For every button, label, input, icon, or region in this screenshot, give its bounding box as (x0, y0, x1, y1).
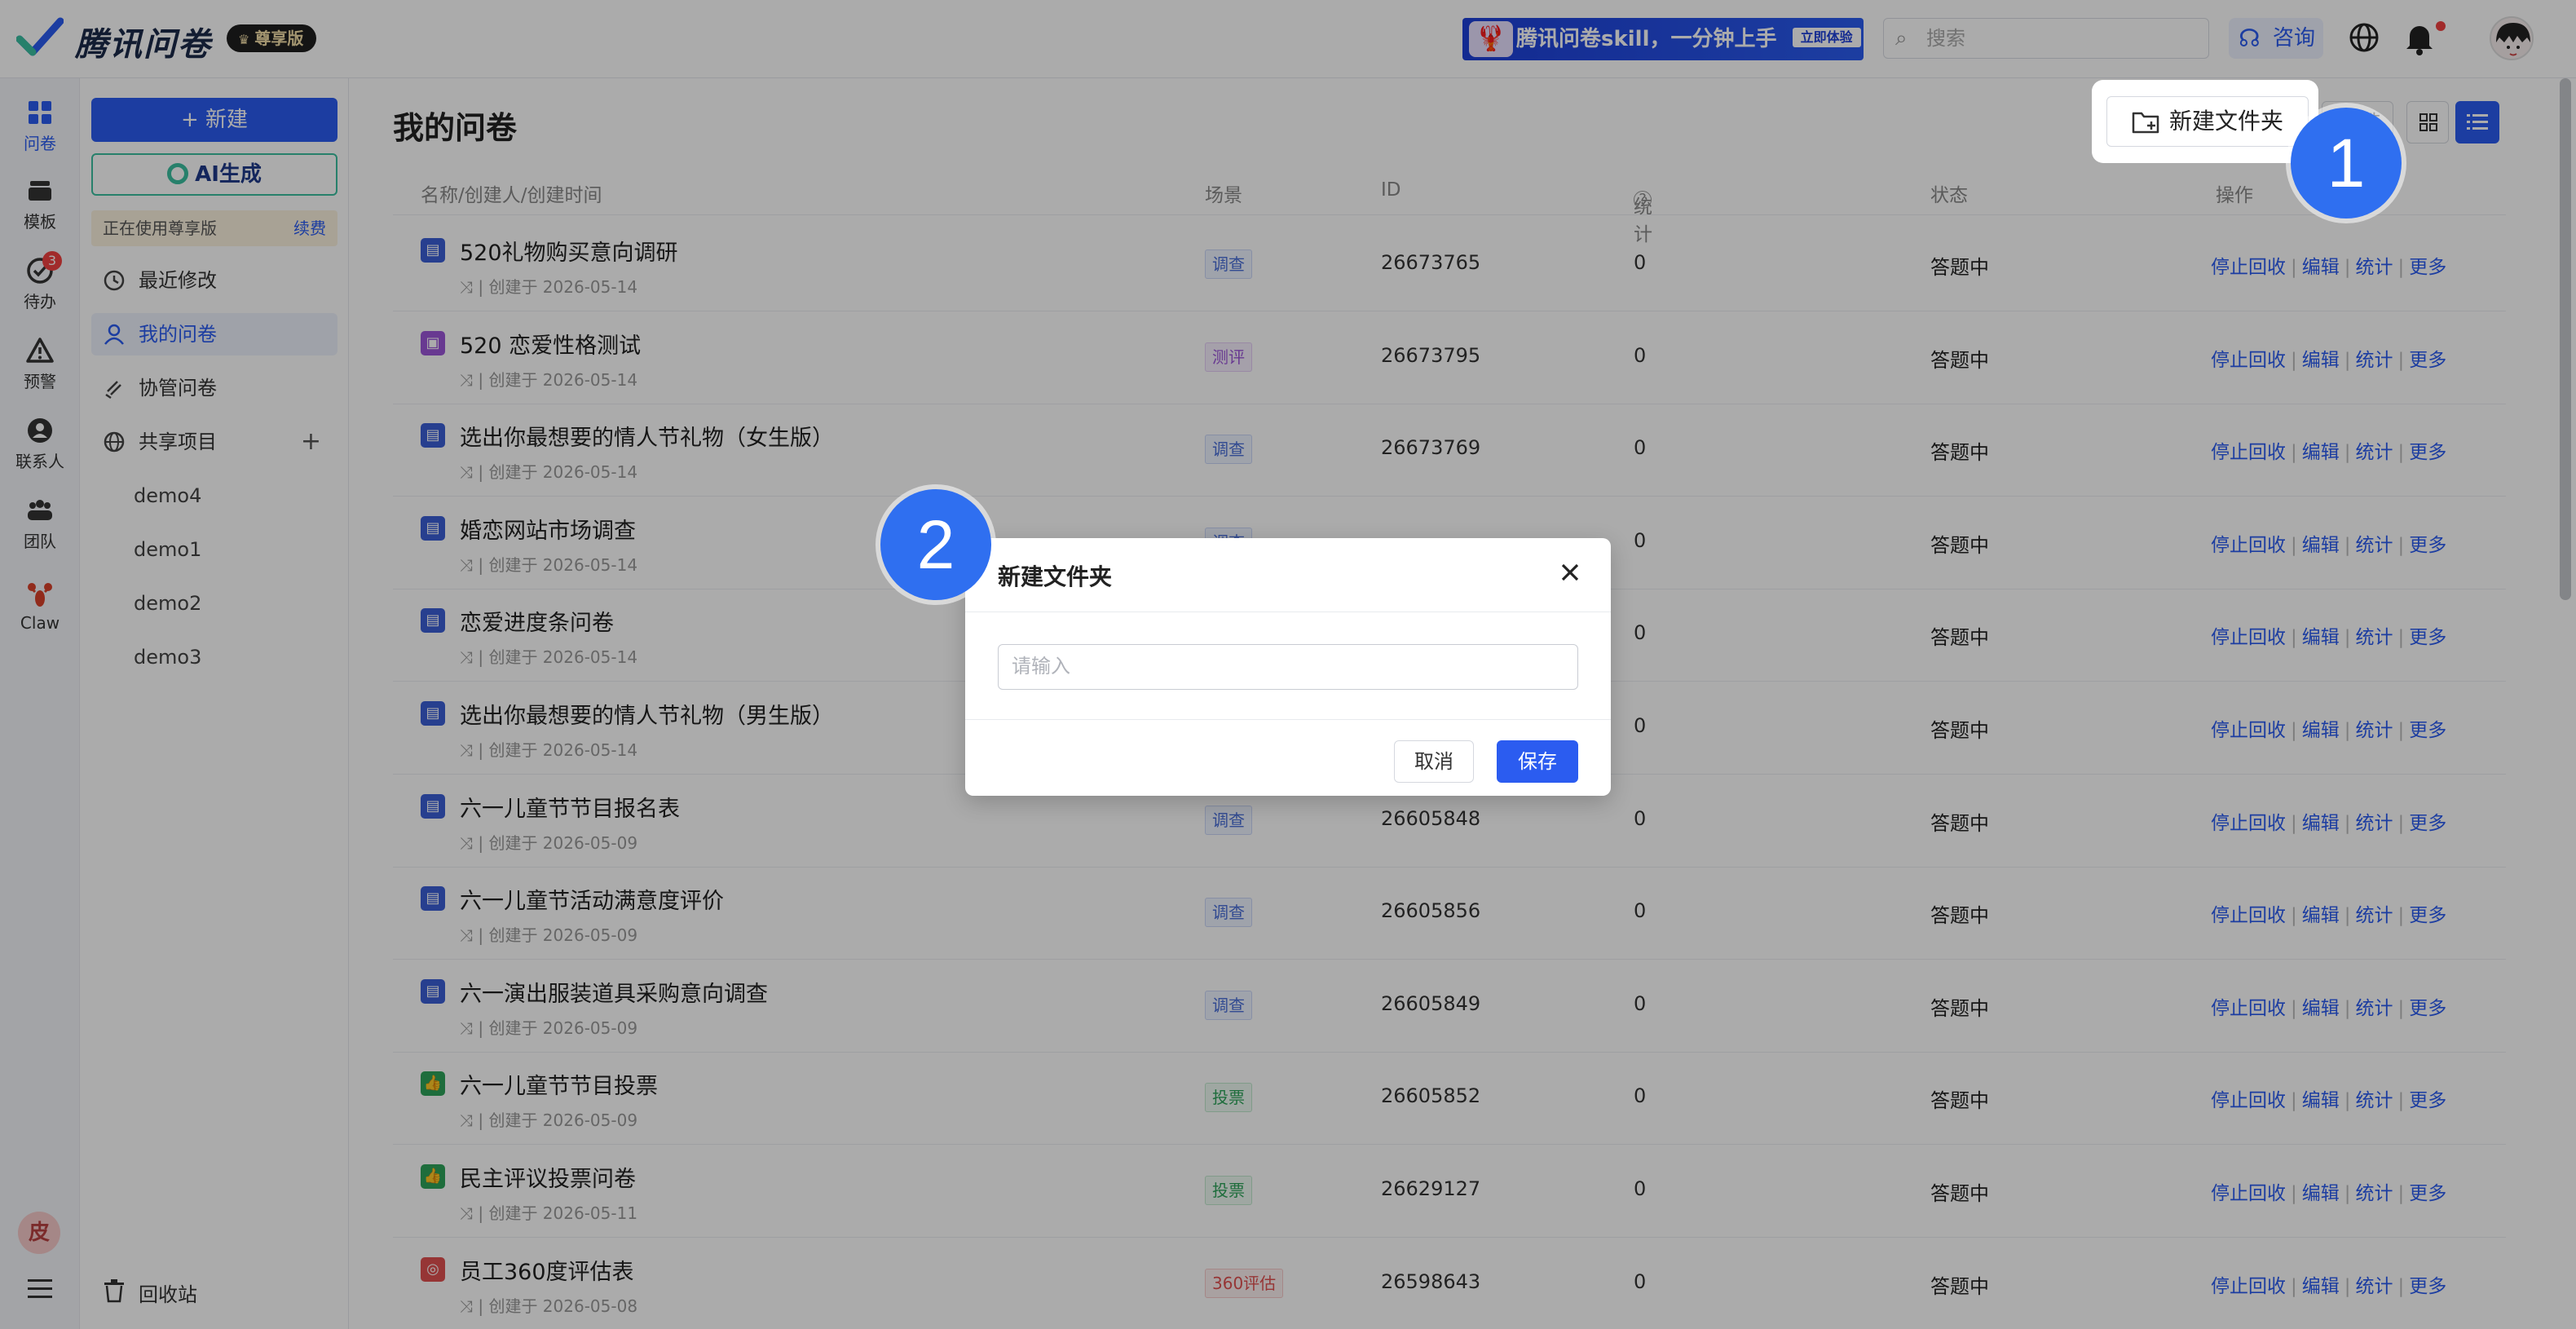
highlighted-new-folder-button[interactable]: 新建文件夹 (2106, 96, 2309, 147)
dialog-title: 新建文件夹 (998, 563, 1113, 590)
new-folder-highlight: 新建文件夹 (2092, 80, 2318, 163)
new-folder-label: 新建文件夹 (2169, 108, 2284, 135)
save-button[interactable]: 保存 (1497, 740, 1578, 783)
cancel-button[interactable]: 取消 (1394, 740, 1474, 783)
close-icon[interactable] (1559, 561, 1581, 584)
step-badge-2: 2 (880, 489, 991, 600)
step-badge-1: 1 (2291, 108, 2402, 219)
folder-plus-icon (2132, 112, 2159, 134)
new-folder-dialog: 新建文件夹 取消 保存 (965, 538, 1611, 796)
folder-name-input[interactable] (998, 644, 1578, 690)
dialog-divider (965, 719, 1611, 720)
